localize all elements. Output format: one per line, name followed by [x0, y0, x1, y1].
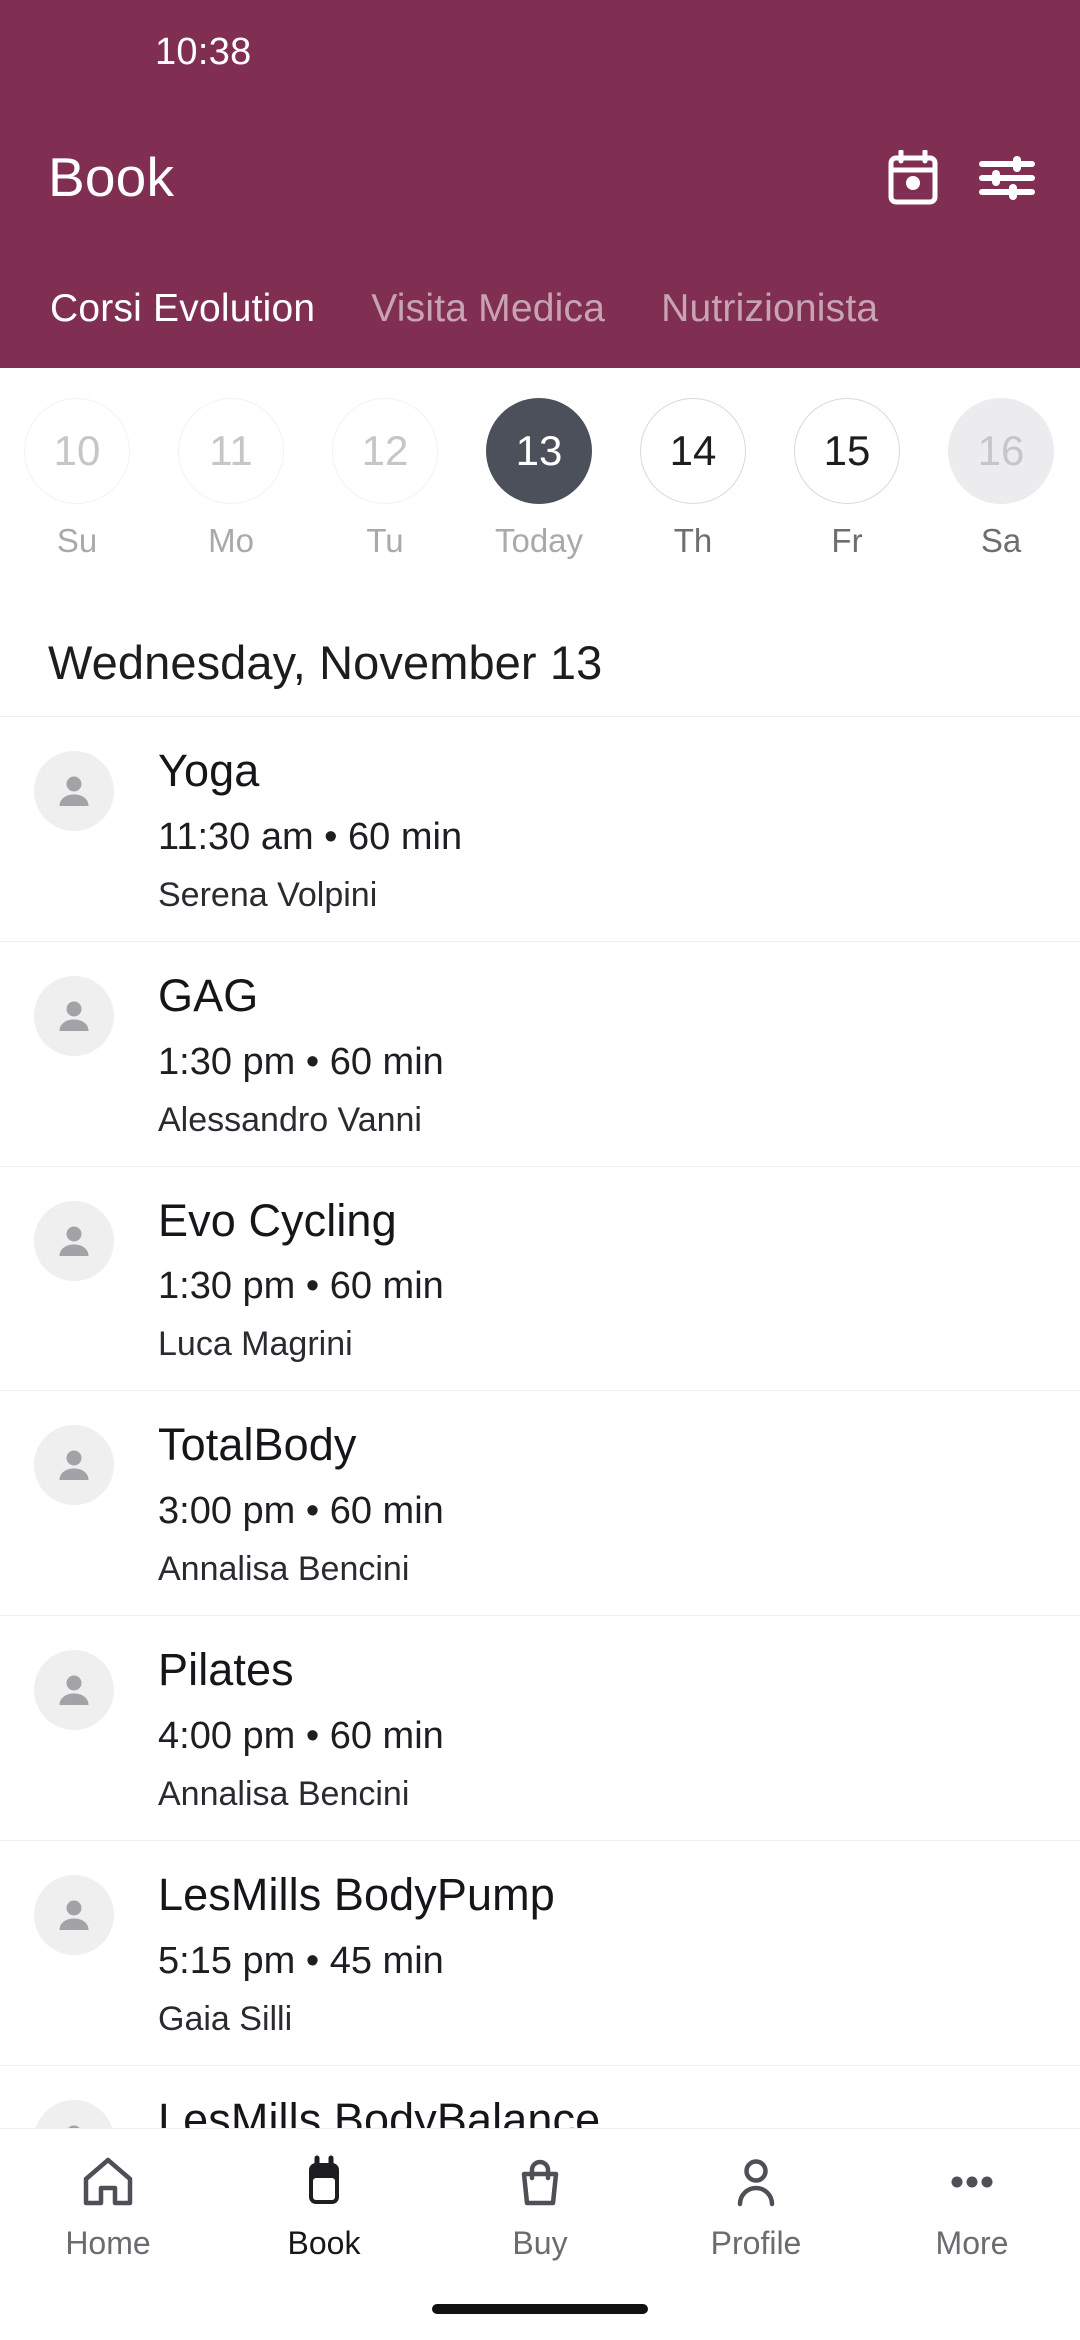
avatar	[34, 1425, 114, 1506]
date-cell-10[interactable]: 10 Su	[0, 384, 154, 560]
nav-label: More	[935, 2225, 1009, 2261]
page-title: Book	[48, 146, 175, 208]
avatar	[34, 751, 114, 831]
avatar	[34, 1874, 114, 1955]
date-weekday: Tu	[366, 522, 404, 559]
date-weekday: Mo	[208, 522, 254, 559]
class-info: Pilates 4:00 pm • 60 min Annalisa Bencin…	[158, 1644, 444, 1814]
class-instructor: Gaia Silli	[158, 1999, 293, 2038]
nav-label: Home	[65, 2225, 151, 2261]
table-row[interactable]: Evo Cycling 1:30 pm • 60 min Luca Magrin…	[0, 1165, 1080, 1391]
date-number: 16	[948, 398, 1054, 504]
nav-label: Buy	[512, 2225, 568, 2261]
class-instructor: Annalisa Bencini	[158, 1550, 410, 1588]
table-row[interactable]: GAG 1:30 pm • 60 min Alessandro Vanni	[0, 940, 1080, 1166]
date-cell-11[interactable]: 11 Mo	[154, 384, 308, 560]
class-info: LesMills BodyPump 5:15 pm • 45 min Gaia …	[158, 1869, 555, 2039]
table-row[interactable]: Yoga 11:30 am • 60 min Serena Volpini	[0, 716, 1080, 941]
status-bar-time: 10:38	[155, 31, 252, 73]
date-number: 12	[332, 398, 438, 504]
table-row[interactable]: TotalBody 3:00 pm • 60 min Annalisa Benc…	[0, 1390, 1080, 1615]
date-weekday: Su	[56, 522, 98, 559]
class-info: GAG 1:30 pm • 60 min Alessandro Vanni	[158, 970, 444, 1140]
date-weekday: Fr	[831, 522, 863, 559]
class-info: Evo Cycling 1:30 pm • 60 min Luca Magrin…	[158, 1195, 444, 1365]
person-icon	[728, 2151, 784, 2213]
class-time-duration: 1:30 pm • 60 min	[158, 1265, 444, 1308]
app-header: 10:38 Book Corsi Evolution Visita Medica…	[0, 0, 1080, 368]
class-time-duration: 11:30 am • 60 min	[158, 815, 463, 858]
class-time-duration: 5:15 pm • 45 min	[158, 1939, 444, 1982]
class-instructor: Alessandro Vanni	[158, 1100, 422, 1139]
class-time-duration: 4:00 pm • 60 min	[158, 1714, 444, 1757]
app-screen: 10:38 Book Corsi Evolution Visita Medica…	[0, 0, 1080, 2340]
table-row[interactable]: Pilates 4:00 pm • 60 min Annalisa Bencin…	[0, 1615, 1080, 1840]
calendar-filled-icon	[296, 2151, 352, 2213]
date-cell-12[interactable]: 12 Tu	[308, 384, 462, 560]
tab-nutrizionista[interactable]: Nutrizionista	[633, 287, 906, 331]
class-time-duration: 1:30 pm • 60 min	[158, 1040, 444, 1083]
nav-item-more[interactable]: More	[864, 2151, 1080, 2262]
date-cell-13-selected[interactable]: 13 Today	[462, 384, 616, 560]
nav-item-buy[interactable]: Buy	[432, 2151, 648, 2262]
nav-item-book[interactable]: Book	[216, 2151, 432, 2262]
section-date-header: Wednesday, November 13	[48, 636, 603, 689]
date-number: 13	[486, 398, 592, 504]
date-weekday: Th	[673, 522, 713, 559]
home-icon	[80, 2151, 136, 2213]
avatar	[34, 1650, 114, 1730]
date-weekday-today: Today	[494, 522, 584, 559]
nav-label: Book	[287, 2225, 361, 2261]
nav-item-home[interactable]: Home	[0, 2151, 216, 2262]
filter-icon[interactable]	[976, 147, 1038, 209]
more-dots-icon	[944, 2151, 1000, 2213]
tab-corsi-evolution[interactable]: Corsi Evolution	[22, 287, 343, 331]
date-number: 10	[24, 398, 130, 504]
avatar	[34, 1200, 114, 1281]
class-title: Yoga	[158, 745, 260, 796]
avatar	[34, 975, 114, 1056]
home-indicator	[432, 2304, 648, 2314]
date-cell-16[interactable]: 16 Sa	[924, 384, 1078, 560]
category-tabs: Corsi Evolution Visita Medica Nutrizioni…	[0, 250, 1080, 368]
shopping-bag-icon	[512, 2151, 568, 2213]
class-title: Evo Cycling	[158, 1194, 397, 1246]
status-bar: 10:38	[0, 0, 1080, 105]
class-title: GAG	[158, 969, 259, 1021]
class-instructor: Serena Volpini	[158, 875, 378, 914]
nav-label: Profile	[710, 2225, 802, 2261]
class-list[interactable]: Wednesday, November 13 Yoga 11:30 am • 6…	[0, 613, 1080, 2340]
table-row[interactable]: LesMills BodyPump 5:15 pm • 45 min Gaia …	[0, 1839, 1080, 2065]
class-instructor: Luca Magrini	[158, 1325, 353, 1364]
class-title: Pilates	[158, 1644, 294, 1695]
app-bar-actions	[882, 147, 1038, 209]
class-time-duration: 3:00 pm • 60 min	[158, 1490, 444, 1532]
nav-item-profile[interactable]: Profile	[648, 2151, 864, 2262]
class-info: Yoga 11:30 am • 60 min Serena Volpini	[158, 745, 462, 915]
calendar-icon[interactable]	[882, 147, 944, 209]
class-info: TotalBody 3:00 pm • 60 min Annalisa Benc…	[158, 1419, 444, 1589]
class-title: LesMills BodyPump	[158, 1868, 555, 1920]
date-number: 15	[794, 398, 900, 504]
class-title: TotalBody	[158, 1419, 357, 1471]
date-number: 14	[640, 398, 746, 504]
class-instructor: Annalisa Bencini	[158, 1774, 410, 1813]
date-cell-15[interactable]: 15 Fr	[770, 384, 924, 560]
date-strip[interactable]: 10 Su 11 Mo 12 Tu 13 Today 14 Th 15 Fr 1…	[0, 368, 1080, 613]
date-number: 11	[178, 398, 284, 504]
date-cell-14[interactable]: 14 Th	[616, 384, 770, 560]
app-bar: Book	[0, 105, 1080, 250]
tab-visita-medica[interactable]: Visita Medica	[343, 287, 633, 331]
date-weekday: Sa	[980, 522, 1022, 559]
